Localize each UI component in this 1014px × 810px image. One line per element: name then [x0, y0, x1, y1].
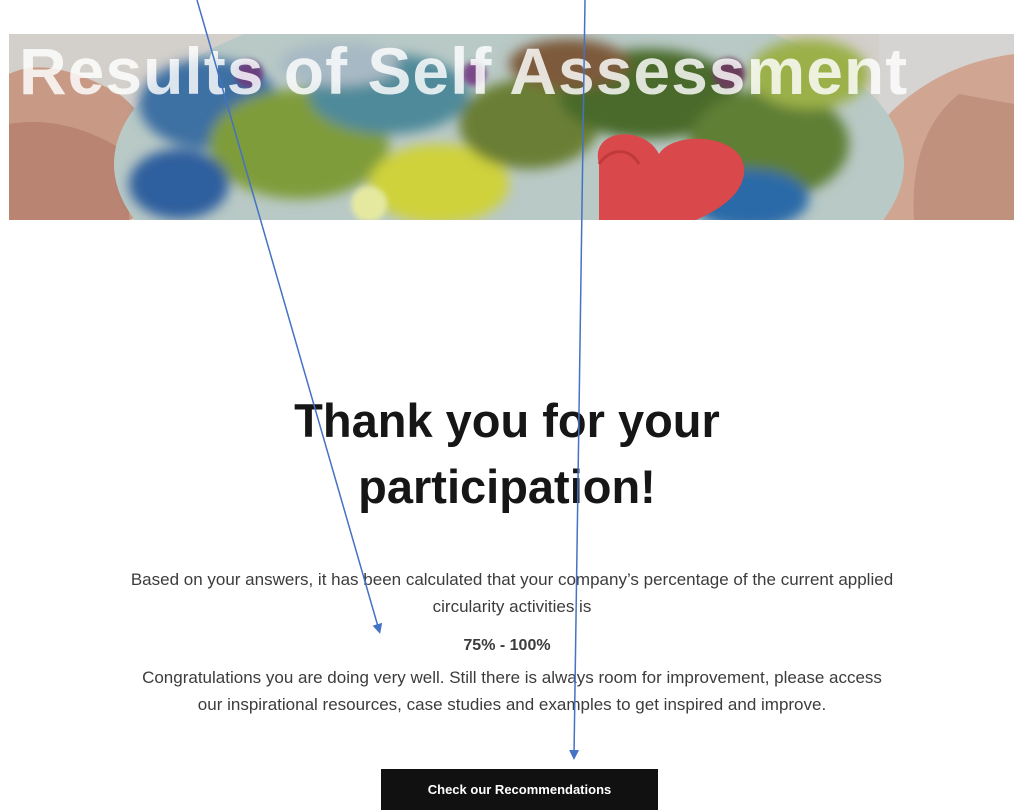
check-recommendations-button[interactable]: Check our Recommendations — [381, 769, 658, 810]
intro-text: Based on your answers, it has been calcu… — [130, 570, 894, 616]
page-title-line1: Thank you for your — [294, 394, 720, 447]
congratulations-text: Congratulations you are doing very well.… — [142, 668, 882, 714]
hero-title: Results of Self Assessment — [19, 34, 909, 108]
result-range: 75% - 100% — [463, 637, 551, 654]
page-title-line2: participation! — [358, 460, 656, 513]
hero-banner: Results of Self Assessment — [9, 34, 1014, 220]
page-title: Thank you for your participation! — [0, 388, 1014, 520]
assessment-results-page: Results of Self Assessment Thank you for… — [0, 0, 1014, 810]
